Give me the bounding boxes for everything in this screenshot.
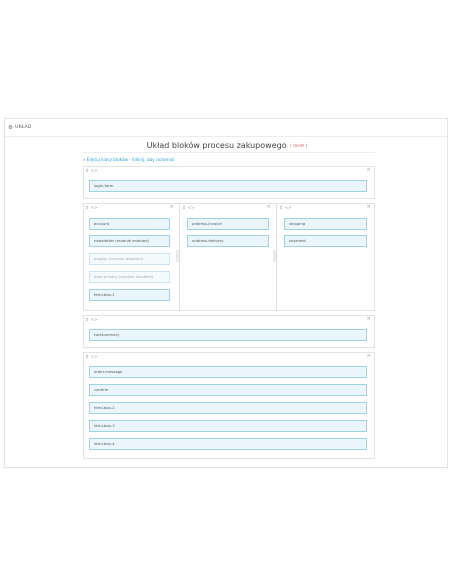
block-item[interactable]: newsletter (module enabled) (89, 235, 170, 247)
block-item[interactable]: html-box-4 (89, 438, 367, 450)
move-icon[interactable]: ⇕ (182, 206, 186, 211)
block-item-disabled[interactable]: data privacy (module disabled) (89, 271, 170, 283)
group-controls[interactable]: ⇕ <> (85, 168, 97, 175)
edit-classes-label: Edytuj klasy bloków - kliknij, aby rozwi… (86, 157, 175, 162)
column-3-controls[interactable]: ⇕ <> (279, 205, 291, 212)
close-icon[interactable]: × (366, 167, 371, 174)
close-icon[interactable]: × (169, 204, 174, 211)
edit-classes-link[interactable]: »Edytuj klasy bloków - kliknij, aby rozw… (83, 157, 174, 162)
column-divider (276, 204, 277, 311)
close-icon[interactable]: × (366, 353, 371, 360)
code-icon[interactable]: <> (91, 168, 98, 173)
block-group-columns: ⇕ <> × account newsletter (module enabled… (83, 203, 375, 311)
panel-header: ⚙ UKŁAD (5, 119, 447, 137)
code-icon[interactable]: <> (91, 205, 98, 210)
column-2-controls[interactable]: ⇕ <> (182, 205, 194, 212)
block-item[interactable]: account (89, 218, 170, 230)
column-1-controls[interactable]: ⇕ <> (85, 205, 97, 212)
gear-icon: ⚙ (8, 124, 14, 131)
move-icon[interactable]: ⇕ (279, 206, 283, 211)
block-item-disabled[interactable]: pagdpr (module disabled) (89, 253, 170, 265)
block-group-login: ⇕ <> × login-form (83, 166, 375, 199)
block-item[interactable]: confirm (89, 384, 367, 396)
move-icon[interactable]: ⇕ (85, 318, 89, 323)
group-controls[interactable]: ⇕ <> (85, 354, 97, 361)
column-divider (179, 204, 180, 311)
reset-link[interactable]: ( reset ) (290, 144, 308, 149)
block-item[interactable]: address-delivery (187, 235, 269, 247)
title-divider (83, 152, 375, 153)
code-icon[interactable]: <> (91, 354, 98, 359)
block-item[interactable]: order-message (89, 366, 367, 378)
close-icon[interactable]: × (366, 204, 371, 211)
block-item[interactable]: address-invoice (187, 218, 269, 230)
code-icon[interactable]: <> (188, 205, 195, 210)
layout-panel: ⚙ UKŁAD Układ bloków procesu zakupowego(… (4, 118, 448, 468)
block-item[interactable]: login-form (89, 180, 367, 192)
block-item[interactable]: html-box-3 (89, 420, 367, 432)
code-icon[interactable]: <> (285, 205, 292, 210)
move-icon[interactable]: ⇕ (85, 206, 89, 211)
page-title-text: Układ bloków procesu zakupowego (146, 141, 287, 150)
block-item[interactable]: html-box-2 (89, 402, 367, 414)
code-icon[interactable]: <> (91, 317, 98, 322)
expand-arrow-icon: » (83, 157, 86, 162)
block-group-final: ⇕ <> × order-message confirm html-box-2 h… (83, 352, 375, 459)
block-item[interactable]: payment (284, 235, 367, 247)
page-title: Układ bloków procesu zakupowego( reset ) (5, 141, 449, 150)
close-icon[interactable]: × (366, 316, 371, 323)
group-controls[interactable]: ⇕ <> (85, 317, 97, 324)
move-icon[interactable]: ⇕ (85, 355, 89, 360)
block-item[interactable]: cartsummary (89, 329, 367, 341)
block-item[interactable]: html-box-1 (89, 289, 170, 301)
column-scrollbar[interactable] (273, 250, 276, 262)
block-group-cart: ⇕ <> × cartsummary (83, 315, 375, 348)
move-icon[interactable]: ⇕ (85, 169, 89, 174)
column-scrollbar[interactable] (176, 250, 179, 262)
close-icon[interactable]: × (266, 204, 271, 211)
block-item[interactable]: shipping (284, 218, 367, 230)
panel-title: UKŁAD (15, 125, 32, 130)
